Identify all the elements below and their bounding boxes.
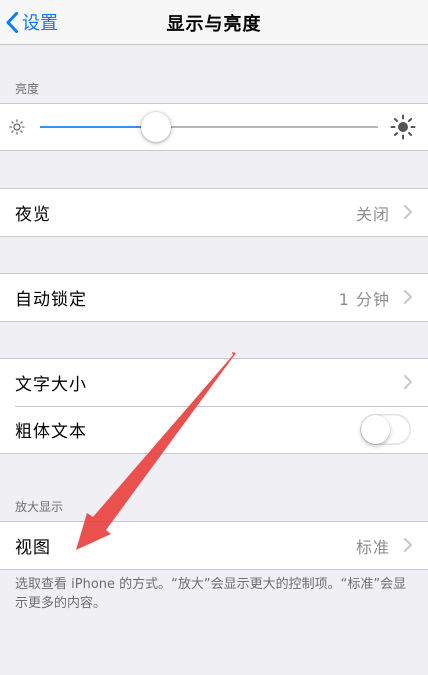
zoom-group: 视图 标准: [0, 521, 428, 570]
brightness-slider-row: [0, 104, 428, 150]
text-group: 文字大小 粗体文本: [0, 358, 428, 454]
navigation-bar: 设置 显示与亮度: [0, 0, 428, 45]
sun-large-icon: [390, 114, 416, 140]
auto-lock-label: 自动锁定: [15, 290, 87, 310]
bold-text-toggle[interactable]: [360, 414, 411, 445]
night-shift-value: 关闭: [355, 204, 390, 224]
brightness-section-header: 亮度: [15, 82, 40, 96]
view-label: 视图: [15, 538, 51, 558]
view-value: 标准: [355, 537, 390, 557]
view-row[interactable]: 视图 标准: [0, 522, 428, 569]
night-shift-row[interactable]: 夜览 关闭: [0, 189, 428, 236]
auto-lock-row[interactable]: 自动锁定 1 分钟: [0, 274, 428, 321]
chevron-right-icon: [404, 290, 412, 304]
bold-text-row: 粗体文本: [0, 406, 428, 453]
zoom-footer-note: 选取查看 iPhone 的方式。“放大”会显示更大的控制项。“标准”会显示更多的…: [15, 577, 407, 611]
brightness-track-filled[interactable]: [40, 126, 156, 128]
sun-small-icon: [9, 119, 25, 135]
auto-lock-group: 自动锁定 1 分钟: [0, 273, 428, 322]
text-size-row[interactable]: 文字大小: [0, 359, 428, 406]
brightness-slider-thumb[interactable]: [141, 112, 171, 142]
auto-lock-value: 1 分钟: [338, 289, 390, 309]
chevron-right-icon: [404, 538, 412, 552]
chevron-right-icon: [404, 375, 412, 389]
text-size-label: 文字大小: [15, 375, 87, 395]
zoom-section-header: 放大显示: [15, 500, 64, 514]
toggle-knob: [361, 415, 390, 444]
chevron-right-icon: [404, 205, 412, 219]
brightness-track-empty[interactable]: [156, 126, 378, 128]
bold-text-label: 粗体文本: [15, 422, 87, 442]
page-title: 显示与亮度: [166, 14, 262, 35]
annotation-arrow-icon: [76, 352, 236, 550]
night-shift-group: 夜览 关闭: [0, 188, 428, 237]
night-shift-label: 夜览: [15, 205, 51, 225]
brightness-group: [0, 103, 428, 151]
